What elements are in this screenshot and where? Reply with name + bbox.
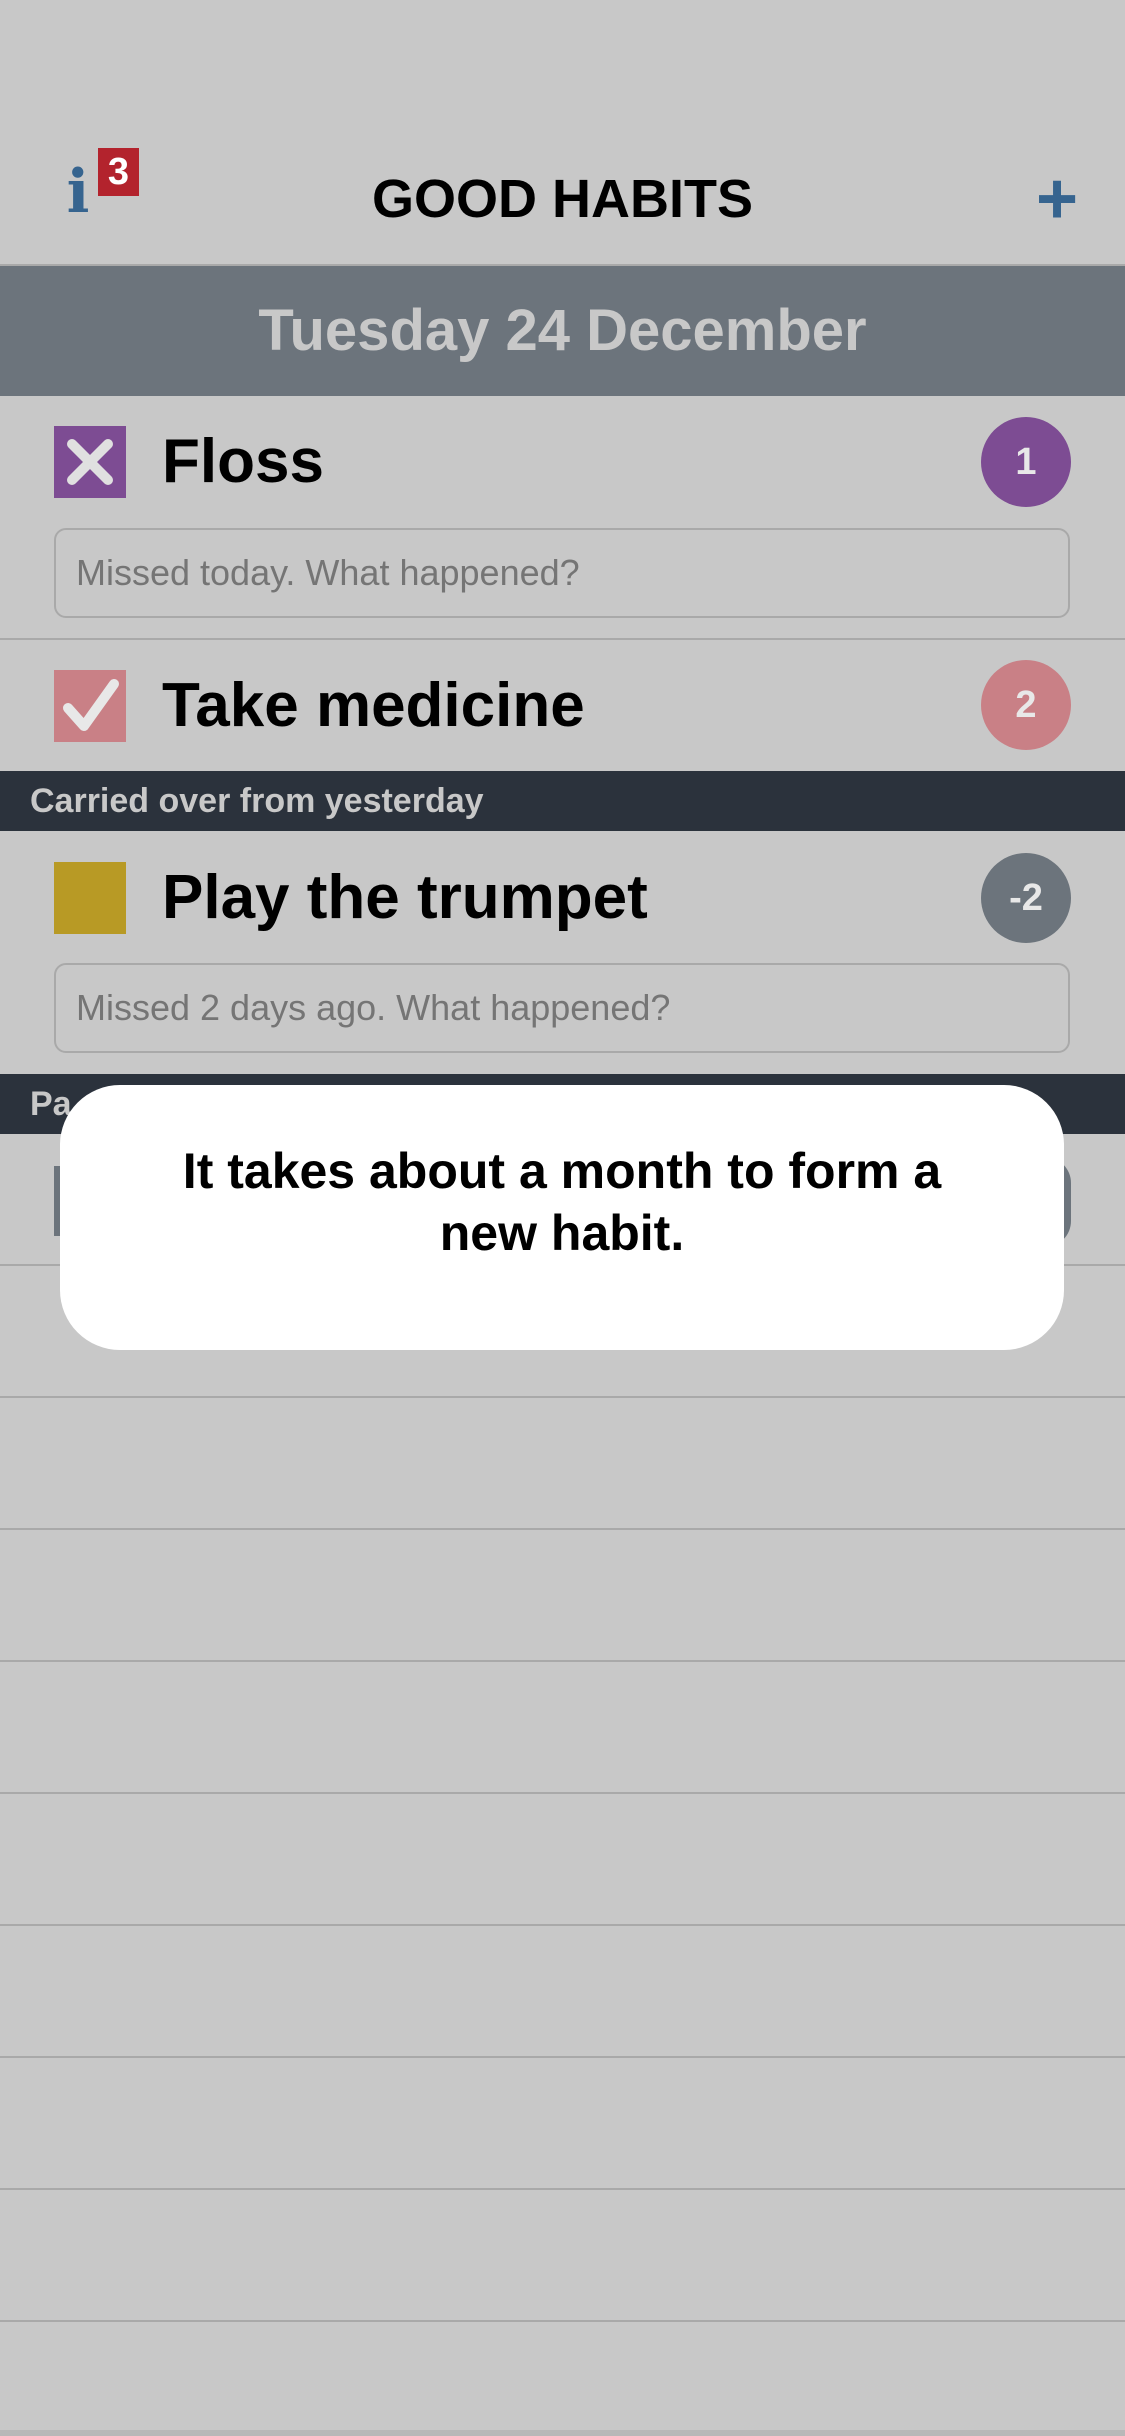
row-divider [0, 2056, 1125, 2058]
streak-badge-medicine: 2 [981, 660, 1071, 750]
streak-badge-floss: 1 [981, 417, 1071, 507]
row-divider [0, 1660, 1125, 1662]
floss-checkbox[interactable] [54, 426, 126, 498]
cross-icon [67, 439, 113, 485]
tip-popup-message: It takes about a month to form a new hab… [182, 1143, 942, 1261]
page-title: GOOD HABITS [371, 169, 753, 229]
row-divider [0, 2320, 1125, 2322]
row-divider [0, 638, 1125, 640]
medicine-checkbox[interactable] [54, 670, 126, 742]
streak-badge-trumpet: -2 [981, 853, 1071, 943]
date-banner: Tuesday 24 December [0, 266, 1125, 396]
trumpet-note-input[interactable] [54, 963, 1070, 1053]
row-divider [0, 1528, 1125, 1530]
habit-name-trumpet[interactable]: Play the trumpet [162, 862, 648, 934]
floss-note-input[interactable] [54, 528, 1070, 618]
habit-name-medicine[interactable]: Take medicine [162, 670, 585, 742]
trumpet-checkbox[interactable] [54, 862, 126, 934]
row-divider [0, 1396, 1125, 1398]
row-divider [0, 1924, 1125, 1926]
section-header-carried-over: Carried over from yesterday [0, 771, 1125, 831]
check-icon [63, 679, 119, 731]
add-habit-button[interactable]: + [1028, 163, 1086, 235]
row-divider [0, 1792, 1125, 1794]
habit-name-floss[interactable]: Floss [162, 426, 324, 498]
row-divider [0, 2188, 1125, 2190]
bottom-edge [0, 2430, 1125, 2436]
